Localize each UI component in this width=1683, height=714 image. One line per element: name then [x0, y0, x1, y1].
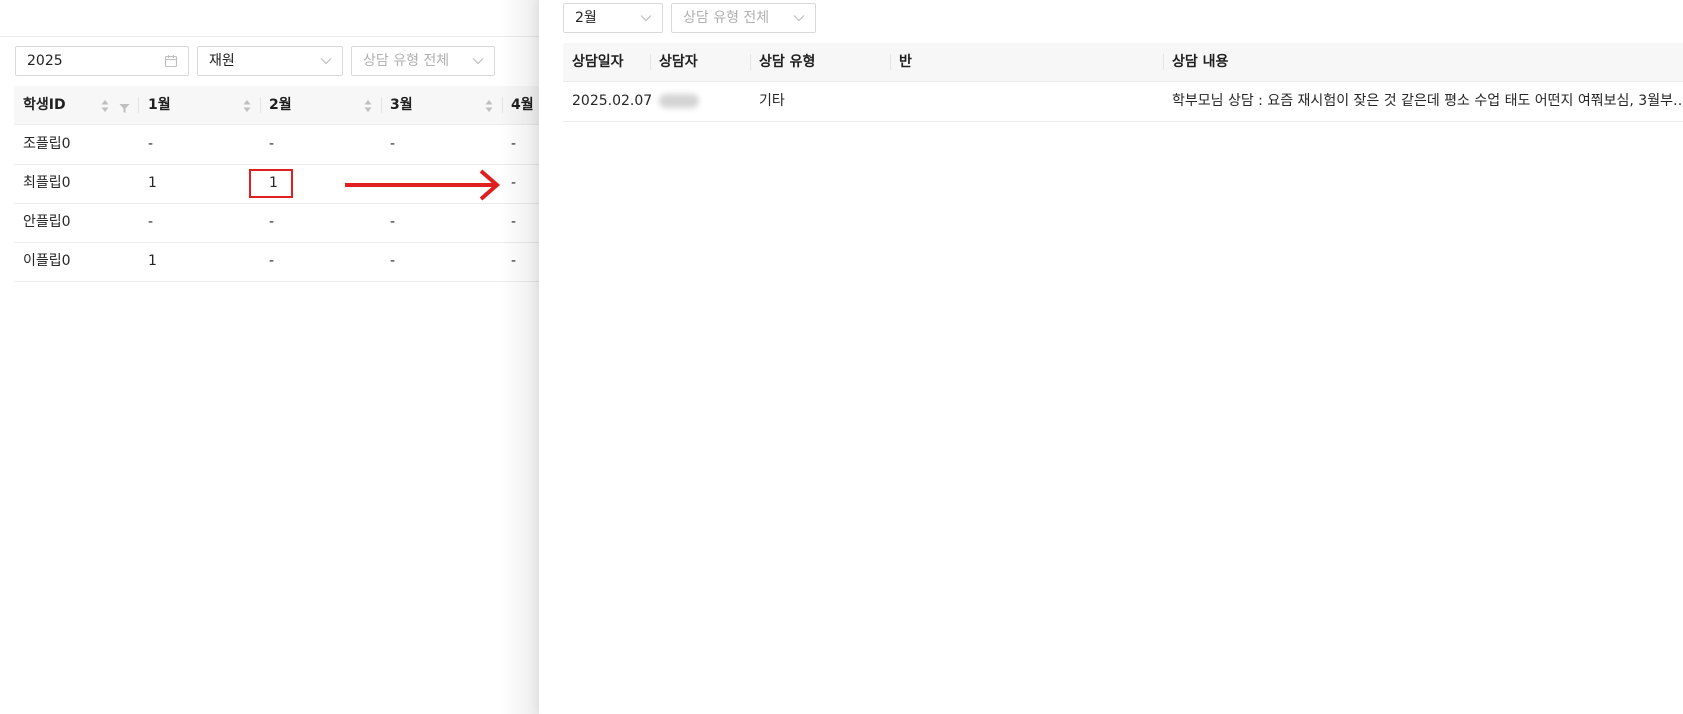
table-row[interactable]: 안플립0 - - - -: [14, 203, 540, 243]
column-divider: [1163, 54, 1164, 70]
column-header-mar[interactable]: 3월: [390, 86, 413, 124]
highlight-box: [249, 169, 293, 198]
sort-icon[interactable]: [364, 98, 372, 117]
sort-icon[interactable]: [243, 98, 251, 117]
drawer-shadow: [500, 0, 540, 714]
table-row[interactable]: 2025.02.07 기타 학부모님 상담 : 요즘 재시험이 잦은 것 같은데…: [563, 82, 1683, 122]
annotation-arrow: [345, 169, 501, 201]
redacted-name: [659, 94, 699, 108]
date-cell: 2025.02.07: [572, 93, 653, 109]
content-cell[interactable]: 학부모님 상담 : 요즘 재시험이 잦은 것 같은데 평소 수업 태도 어떤지 …: [1172, 82, 1682, 121]
month-count-cell[interactable]: 1: [148, 164, 157, 203]
column-divider: [138, 97, 139, 113]
chevron-down-icon: [320, 47, 332, 75]
column-divider: [750, 54, 751, 70]
month-count-cell[interactable]: -: [390, 242, 395, 281]
month-count-cell[interactable]: -: [269, 203, 274, 242]
sort-icon[interactable]: [485, 98, 493, 117]
column-divider: [260, 97, 261, 113]
column-header-date: 상담일자: [572, 54, 624, 70]
student-id-cell: 조플립0: [23, 136, 71, 152]
month-count-cell[interactable]: -: [269, 125, 274, 164]
month-count-cell[interactable]: -: [269, 242, 274, 281]
counsel-type-placeholder: 상담 유형 전체: [363, 53, 450, 69]
table-header: 학생ID 1월 2월 3월 4월: [14, 86, 540, 125]
student-id-cell: 이플립0: [23, 253, 71, 269]
type-cell: 기타: [759, 93, 785, 109]
year-picker[interactable]: 2025: [15, 46, 189, 76]
sort-icon[interactable]: [101, 98, 109, 117]
month-count-cell[interactable]: -: [390, 203, 395, 242]
table-row[interactable]: 이플립0 1 - - -: [14, 242, 540, 282]
column-divider: [890, 54, 891, 70]
column-header-class: 반: [899, 54, 912, 70]
counselor-cell: [659, 82, 699, 121]
column-header-feb[interactable]: 2월: [269, 86, 292, 124]
student-counsel-summary-panel: 2025 재원 상담 유형 전체 학생ID 1월 2월 3월 조플립0 - - …: [0, 0, 540, 714]
chevron-down-icon: [640, 4, 652, 32]
column-header-counselor: 상담자: [659, 54, 698, 70]
column-header-student-id[interactable]: 학생ID: [23, 86, 66, 124]
student-id-cell: 최플립0: [23, 175, 71, 191]
month-count-cell[interactable]: -: [148, 125, 153, 164]
status-value: 재원: [209, 53, 235, 69]
calendar-icon: [164, 47, 178, 75]
year-value: 2025: [27, 53, 63, 69]
column-header-type: 상담 유형: [759, 54, 816, 70]
column-divider: [650, 54, 651, 70]
chevron-down-icon: [793, 4, 805, 32]
month-select[interactable]: 2월: [563, 3, 663, 33]
month-count-cell[interactable]: 1: [148, 242, 157, 281]
table-header: 상담일자 상담자 상담 유형 반 상담 내용: [563, 43, 1683, 82]
column-header-content: 상담 내용: [1172, 54, 1229, 70]
student-id-cell: 안플립0: [23, 214, 71, 230]
top-divider: [0, 36, 540, 37]
month-value: 2월: [575, 10, 597, 26]
column-header-jan[interactable]: 1월: [148, 86, 171, 124]
column-divider: [381, 97, 382, 113]
counsel-type-select[interactable]: 상담 유형 전체: [351, 46, 495, 76]
table-row[interactable]: 조플립0 - - - -: [14, 125, 540, 165]
counsel-type-select[interactable]: 상담 유형 전체: [671, 3, 816, 33]
month-count-cell[interactable]: -: [148, 203, 153, 242]
month-count-cell[interactable]: -: [390, 125, 395, 164]
counsel-type-placeholder: 상담 유형 전체: [683, 10, 770, 26]
status-select[interactable]: 재원: [197, 46, 343, 76]
filter-icon[interactable]: [119, 99, 130, 118]
chevron-down-icon: [472, 47, 484, 75]
counsel-detail-drawer: 2월 상담 유형 전체 상담일자 상담자 상담 유형 반 상담 내용 2025.…: [539, 0, 1683, 714]
